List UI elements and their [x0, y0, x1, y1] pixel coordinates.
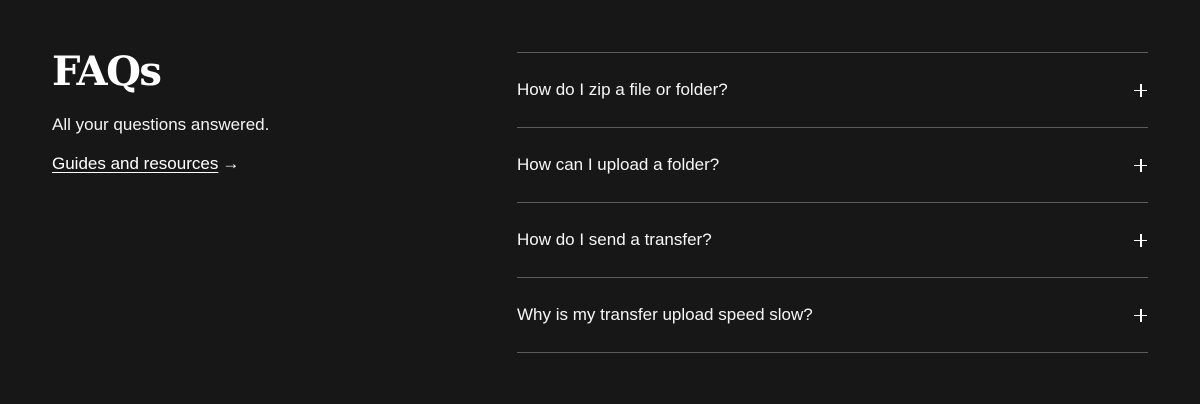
arrow-right-icon: → [222, 154, 240, 173]
faq-item-send-transfer[interactable]: How do I send a transfer? [517, 203, 1148, 278]
guides-resources-link[interactable]: Guides and resources → [52, 152, 239, 176]
plus-icon[interactable] [1134, 308, 1147, 322]
faq-question: How do I zip a file or folder? [517, 80, 728, 99]
plus-icon[interactable] [1134, 83, 1147, 97]
guides-resources-label: Guides and resources [52, 154, 219, 173]
faq-accordion: How do I zip a file or folder? How can I… [517, 52, 1148, 353]
plus-icon[interactable] [1134, 233, 1147, 247]
faq-question: Why is my transfer upload speed slow? [517, 305, 813, 324]
faq-item-upload-folder[interactable]: How can I upload a folder? [517, 128, 1148, 203]
page-title: FAQs [52, 48, 162, 95]
faq-subtitle: All your questions answered. [52, 115, 270, 134]
faq-intro: FAQs All your questions answered. Guides… [52, 48, 452, 176]
faq-question: How do I send a transfer? [517, 230, 712, 249]
plus-icon[interactable] [1134, 158, 1147, 172]
faq-item-upload-speed[interactable]: Why is my transfer upload speed slow? [517, 278, 1148, 353]
faq-item-zip[interactable]: How do I zip a file or folder? [517, 53, 1148, 128]
faq-question: How can I upload a folder? [517, 155, 720, 174]
